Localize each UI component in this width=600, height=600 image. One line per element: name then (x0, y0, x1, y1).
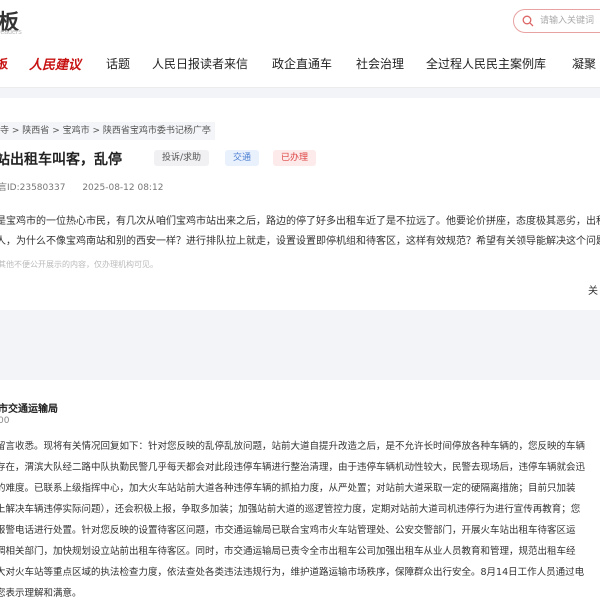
reply-line: 上解决车辆违停实际问题），还会积极上报，争取多加装；加强站前大道的巡逻管控力度，… (0, 504, 581, 515)
search-input[interactable] (540, 13, 600, 29)
status-badge: 已办理 (273, 150, 317, 166)
nav-item-democracy-cases[interactable]: 全过程人民民主案例库 (426, 55, 546, 72)
nav-item-board[interactable]: 板 (0, 55, 8, 72)
nav-item-more[interactable]: 凝聚 (572, 55, 596, 72)
nav-item-enterprise-express[interactable]: 政企直通车 (272, 55, 332, 72)
message-time: 2025-08-12 08:12 (82, 183, 164, 193)
top-header: 板 readers (0, 0, 600, 42)
breadcrumb: 寺 > 陕西省 > 宝鸡市 > 陕西省宝鸡市委书记杨广亭 (0, 122, 215, 140)
reply-line: 存在，渭滨大队经二路中队执勤民警几乎每天都会对此段违停车辆进行整治清理，由于违停… (0, 462, 586, 473)
reply-organization: 市交通运输局 (0, 404, 58, 415)
nav-item-social-governance[interactable]: 社会治理 (356, 55, 404, 72)
reply-line: 大对火车站等重点区域的执法检查力度，依法查处各类违法违规行为，维护道路运输市场秩… (0, 567, 585, 578)
nav-item-readers-letters[interactable]: 人民日报读者来信 (152, 55, 248, 72)
reply-line: 报警电话进行处置。针对您反映的设置待客区问题，市交通运输局已联合宝鸡市火车站管理… (0, 525, 576, 536)
message-id: 言ID:23580337 (0, 183, 66, 193)
site-logo-sub: readers (0, 29, 22, 36)
reply-line: 调相关部门，加快规划设立站前出租车待客区。同时，市交通运输局已责令全市出租车公司… (0, 546, 576, 557)
reply-line: 的难度。已联系上级指挥中心，加大火车站站前大道各种违停车辆的抓拍力度，从严处置；… (0, 483, 576, 494)
message-body: 是宝鸡市的一位热心市民，有几次从咱们宝鸡市站出来之后，路边的停了好多出租车近了是… (0, 212, 600, 252)
breadcrumb-item[interactable]: 陕西省 (22, 126, 49, 136)
category-tag: 投诉/求助 (154, 150, 210, 166)
follow-button[interactable]: 关 (588, 282, 598, 297)
message-title: 站出租车叫客，乱停 (0, 152, 122, 168)
reply-body: 留言收悉。现将有关情况回复如下：针对您反映的乱停乱放问题，站前大道自提升改造之后… (0, 436, 600, 600)
reply-sub-text: 00 (0, 416, 10, 426)
main-nav: 板 人民建议 话题 人民日报读者来信 政企直通车 社会治理 全过程人民民主案例库… (0, 42, 600, 88)
search-box[interactable] (513, 9, 600, 33)
message-body-line: 是宝鸡市的一位热心市民，有几次从咱们宝鸡市站出来之后，路边的停了好多出租车近了是… (0, 216, 600, 227)
message-body-line: 人，为什么不像宝鸡南站和别的西安一样？进行排队拉上就走，设置设置即停机组和待客区… (0, 236, 600, 247)
reply-line: 您表示理解和满意。 (0, 588, 82, 599)
domain-tag: 交通 (225, 150, 260, 166)
message-meta: 言ID:23580337 2025-08-12 08:12 (0, 180, 163, 193)
breadcrumb-item[interactable]: 宝鸡市 (63, 126, 90, 136)
reply-card: 市交通运输局 00 留言收悉。现将有关情况回复如下：针对您反映的乱停乱放问题，站… (0, 380, 600, 600)
nav-item-people-suggestion[interactable]: 人民建议 (29, 54, 81, 73)
nav-item-topics[interactable]: 话题 (106, 55, 130, 72)
breadcrumb-item[interactable]: 陕西省宝鸡市委书记杨广亭 (103, 126, 211, 136)
privacy-note: 其他不便公开展示的内容，仅办理机构可见。 (0, 260, 158, 269)
message-card: 寺 > 陕西省 > 宝鸡市 > 陕西省宝鸡市委书记杨广亭 站出租车叫客，乱停 投… (0, 98, 600, 310)
breadcrumb-item[interactable]: 寺 (0, 126, 9, 136)
search-icon[interactable] (522, 15, 534, 27)
reply-line: 留言收悉。现将有关情况回复如下：针对您反映的乱停乱放问题，站前大道自提升改造之后… (0, 441, 586, 452)
